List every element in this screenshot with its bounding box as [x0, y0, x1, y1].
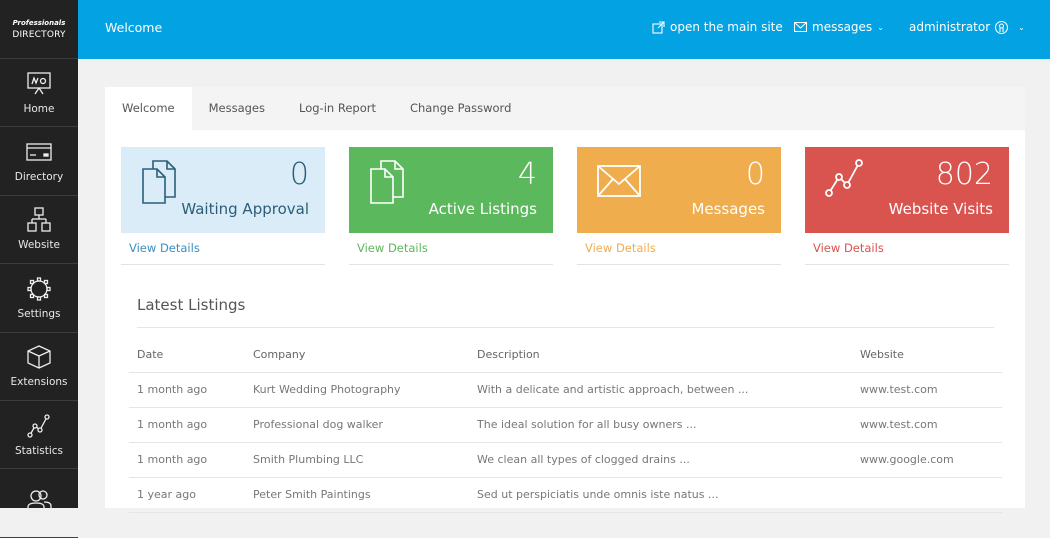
cell-description: With a delicate and artistic approach, b… [469, 372, 852, 408]
divider [137, 327, 994, 328]
sidebar-item-label: Settings [17, 307, 61, 320]
sidebar-item-directory[interactable]: Directory [0, 127, 78, 196]
user-dropdown[interactable]: administrator ⌄ [909, 20, 1025, 34]
line-chart-icon [27, 413, 50, 438]
user-circle-icon [995, 20, 1009, 34]
envelope-icon [597, 165, 641, 197]
card-label: Website Visits [888, 200, 993, 218]
card-value: 0 [289, 157, 309, 192]
card-label: Waiting Approval [181, 200, 309, 218]
cell-description: Sed ut perspiciatis unde omnis iste natu… [469, 477, 852, 513]
sidebar-item-label: Directory [14, 171, 64, 184]
sidebar-item-label: Website [18, 239, 60, 252]
tab-welcome[interactable]: Welcome [105, 87, 192, 130]
table-row[interactable]: 1 year ago Peter Smith Paintings Sed ut … [129, 477, 1002, 513]
sidebar-item-users[interactable] [0, 469, 78, 538]
card-value: 0 [745, 157, 765, 192]
sidebar: Professionals DIRECTORY Home Directory W… [0, 0, 78, 538]
column-header-date: Date [129, 337, 245, 373]
top-bar: Welcome open the main site messages ⌄ ad… [78, 0, 1050, 59]
cell-description: We clean all types of clogged drains ... [469, 442, 852, 478]
cell-company: Smith Plumbing LLC [245, 442, 469, 478]
cell-website: www.test.com [852, 407, 1002, 443]
cell-date: 1 year ago [129, 477, 245, 513]
sidebar-item-website[interactable]: Website [0, 196, 78, 265]
open-main-site-link[interactable]: open the main site [652, 20, 783, 34]
card-website-visits: 802 Website Visits View Details [805, 147, 1009, 265]
card-label: Active Listings [428, 200, 537, 218]
stat-cards: 0 Waiting Approval View Details 4 Active… [121, 147, 1033, 265]
messages-dropdown[interactable]: messages ⌄ [794, 20, 884, 34]
card-value: 4 [517, 157, 537, 192]
sitemap-icon [27, 207, 51, 233]
cell-company: Peter Smith Paintings [245, 477, 469, 513]
cell-website: www.test.com [852, 372, 1002, 408]
view-details-link[interactable]: View Details [349, 233, 553, 265]
cell-description: The ideal solution for all busy owners .… [469, 407, 852, 443]
cell-website [852, 477, 1002, 513]
external-link-icon [652, 20, 665, 34]
sidebar-item-label: Home [23, 102, 55, 115]
page-title: Welcome [105, 20, 163, 35]
cell-company: Professional dog walker [245, 407, 469, 443]
card-active-listings: 4 Active Listings View Details [349, 147, 553, 265]
view-details-link[interactable]: View Details [805, 233, 1009, 265]
table-row[interactable]: 1 month ago Smith Plumbing LLC We clean … [129, 442, 1002, 478]
cell-date: 1 month ago [129, 442, 245, 478]
sidebar-item-extensions[interactable]: Extensions [0, 333, 78, 401]
tab-change-password[interactable]: Change Password [393, 87, 528, 130]
documents-icon [370, 160, 404, 204]
tab-messages[interactable]: Messages [192, 87, 282, 130]
chevron-down-icon: ⌄ [877, 22, 884, 32]
sidebar-item-label: Extensions [10, 376, 68, 389]
sidebar-item-statistics[interactable]: Statistics [0, 401, 78, 470]
logo-line-2: DIRECTORY [12, 29, 66, 40]
users-icon [27, 490, 52, 512]
column-header-website: Website [852, 337, 1002, 373]
envelope-icon [794, 22, 807, 32]
tab-bar: Welcome Messages Log-in Report Change Pa… [105, 87, 1025, 130]
open-main-site-label: open the main site [670, 20, 783, 34]
card-waiting-approval: 0 Waiting Approval View Details [121, 147, 325, 265]
documents-icon [142, 160, 176, 204]
table-row[interactable]: 1 month ago Kurt Wedding Photography Wit… [129, 372, 1002, 408]
card-icon [26, 143, 52, 161]
cell-website: www.google.com [852, 442, 1002, 478]
user-name: administrator [909, 20, 991, 34]
view-details-link[interactable]: View Details [577, 233, 781, 265]
chevron-down-icon: ⌄ [1018, 22, 1025, 32]
cell-date: 1 month ago [129, 407, 245, 443]
main-panel: Welcome Messages Log-in Report Change Pa… [105, 87, 1025, 513]
card-messages: 0 Messages View Details [577, 147, 781, 265]
card-value: 802 [935, 157, 993, 192]
latest-listings-title: Latest Listings [137, 296, 246, 314]
messages-label: messages [812, 20, 873, 34]
card-body[interactable]: 4 Active Listings [349, 147, 553, 233]
card-body[interactable]: 802 Website Visits [805, 147, 1009, 233]
sidebar-item-label: Statistics [15, 444, 63, 457]
logo-line-1: Professionals [12, 18, 66, 27]
column-header-description: Description [469, 337, 852, 373]
card-body[interactable]: 0 Messages [577, 147, 781, 233]
column-header-company: Company [245, 337, 469, 373]
tab-login-report[interactable]: Log-in Report [282, 87, 393, 130]
listings-table: Date Company Description Website 1 month… [129, 337, 1002, 513]
card-label: Messages [691, 200, 765, 218]
table-row[interactable]: 1 month ago Professional dog walker The … [129, 407, 1002, 443]
sidebar-item-settings[interactable]: Settings [0, 264, 78, 333]
cell-company: Kurt Wedding Photography [245, 372, 469, 408]
view-details-link[interactable]: View Details [121, 233, 325, 265]
sidebar-item-home[interactable]: Home [0, 59, 78, 128]
line-chart-icon [825, 159, 863, 197]
card-body[interactable]: 0 Waiting Approval [121, 147, 325, 233]
cube-icon [27, 345, 51, 369]
logo[interactable]: Professionals DIRECTORY [0, 0, 78, 59]
presentation-board-icon [27, 72, 51, 95]
gear-icon [27, 277, 51, 301]
cell-date: 1 month ago [129, 372, 245, 408]
